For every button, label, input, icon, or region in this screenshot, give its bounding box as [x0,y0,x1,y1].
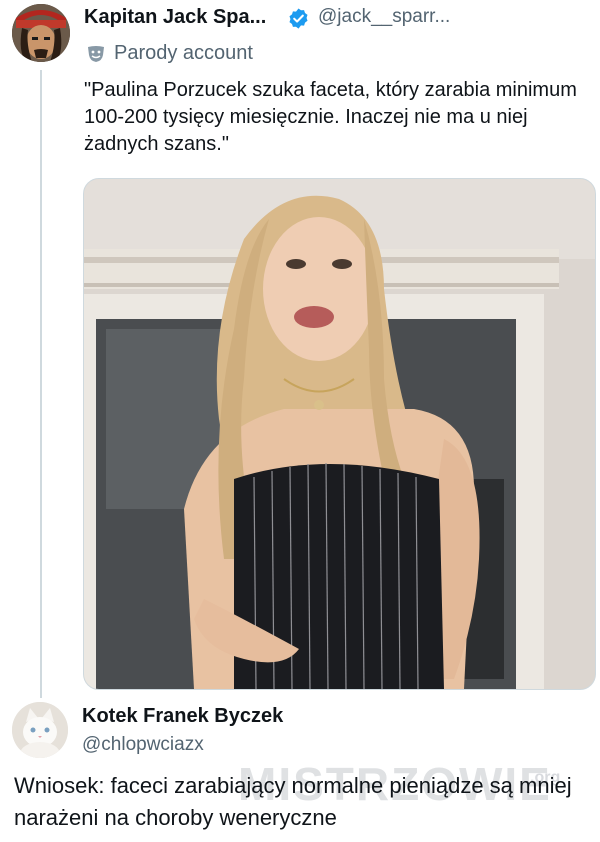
theater-masks-icon [86,44,106,64]
parody-account-label: Parody account [114,42,253,64]
thread-line [40,70,42,698]
verified-badge-icon [287,7,310,30]
white-cat-icon [12,702,68,758]
tweet-media-image[interactable] [83,178,596,690]
author-name[interactable]: Kapitan Jack Spa... [84,6,266,29]
reply-author-name[interactable]: Kotek Franek Byczek [82,705,283,728]
reply-author-handle[interactable]: @chlopwciazx [82,734,204,756]
woman-photo [84,179,595,689]
tweet-text: "Paulina Porzucek szuka faceta, który za… [84,79,577,155]
pirate-portrait-icon [12,4,70,62]
reply-author-avatar[interactable] [12,702,68,758]
reply-text: Wniosek: faceci zarabiający normalne pie… [14,773,572,830]
author-handle[interactable]: @jack__sparr... [318,6,450,28]
author-avatar[interactable] [12,4,70,62]
